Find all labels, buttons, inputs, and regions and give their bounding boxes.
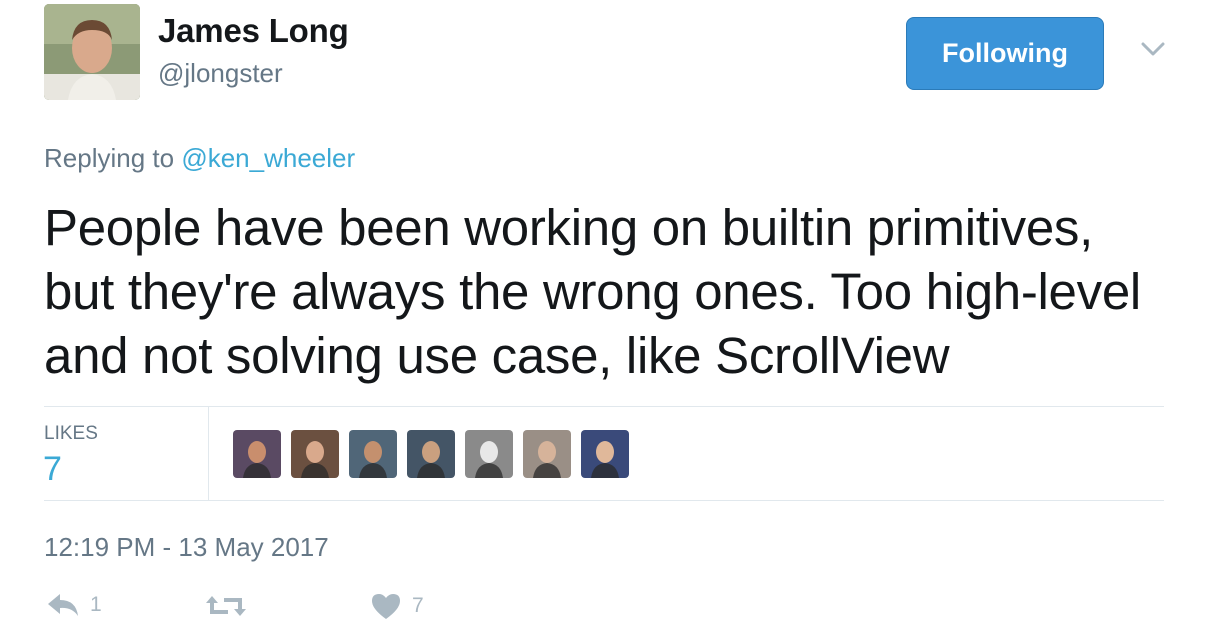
reply-prefix: Replying to xyxy=(44,143,175,173)
reply-button[interactable]: 1 xyxy=(46,592,102,618)
likes-count[interactable]: 7 xyxy=(43,450,62,489)
stats-divider-vertical xyxy=(208,406,209,500)
liker-avatar[interactable] xyxy=(349,430,397,478)
heart-icon xyxy=(372,594,400,619)
author-handle[interactable]: @jlongster xyxy=(158,58,283,89)
stats-divider-bottom xyxy=(44,500,1164,501)
reply-count: 1 xyxy=(90,593,102,616)
liker-avatar[interactable] xyxy=(233,430,281,478)
reply-icon xyxy=(48,594,78,616)
chevron-down-icon[interactable] xyxy=(1138,36,1168,62)
likes-label[interactable]: LIKES xyxy=(44,423,98,445)
liker-avatar[interactable] xyxy=(465,430,513,478)
like-count: 7 xyxy=(412,594,424,617)
liker-avatar[interactable] xyxy=(407,430,455,478)
author-name[interactable]: James Long xyxy=(158,12,349,50)
liker-avatar[interactable] xyxy=(581,430,629,478)
reply-mention-link[interactable]: @ken_wheeler xyxy=(181,143,355,173)
retweet-icon xyxy=(206,596,246,616)
tweet-card: James Long @jlongster Following Replying… xyxy=(0,0,1212,644)
tweet-timestamp[interactable]: 12:19 PM - 13 May 2017 xyxy=(44,532,329,563)
likers-avatars xyxy=(233,430,629,478)
stats-divider-top xyxy=(44,406,1164,407)
liker-avatar[interactable] xyxy=(523,430,571,478)
tweet-text: People have been working on builtin prim… xyxy=(44,199,1141,384)
retweet-button[interactable] xyxy=(204,592,258,620)
following-button[interactable]: Following xyxy=(906,17,1104,90)
like-button[interactable]: 7 xyxy=(370,592,424,620)
author-avatar[interactable] xyxy=(44,4,140,100)
liker-avatar[interactable] xyxy=(291,430,339,478)
reply-context: Replying to @ken_wheeler xyxy=(44,143,355,174)
